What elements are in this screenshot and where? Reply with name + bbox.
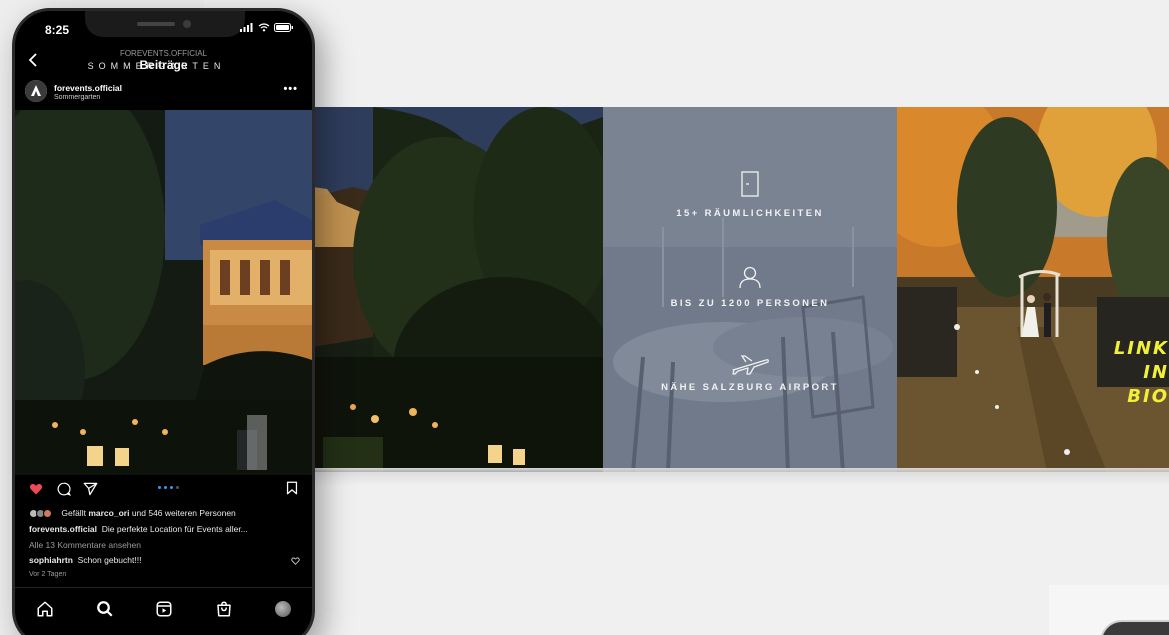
link-in-bio-line-1: LINK	[1113, 338, 1169, 359]
airplane-icon	[732, 355, 769, 375]
carousel-strip: 15+ RÄUMLICHKEITEN BIS ZU 1200 PERSONEN …	[313, 107, 1169, 472]
image-caption-sommergarten: SOMMERGARTEN	[87, 61, 226, 71]
carousel-slide-features: 15+ RÄUMLICHKEITEN BIS ZU 1200 PERSONEN …	[603, 107, 897, 472]
link-in-bio-line-3: BIO	[1127, 386, 1169, 407]
comment-like-heart-icon[interactable]	[291, 557, 300, 565]
reels-icon[interactable]	[155, 600, 173, 618]
person-icon	[739, 266, 761, 289]
caption-user[interactable]: forevents.official	[29, 524, 97, 534]
carousel-dot-2	[164, 486, 167, 489]
feature-airport: NÄHE SALZBURG AIRPORT	[603, 352, 897, 393]
phone-mockup: 8:25 FOREVENTS.OFFICIAL Beiträge foreven…	[12, 8, 315, 635]
share-icon[interactable]	[83, 482, 98, 496]
carousel-dot-1	[158, 486, 161, 489]
likes-suffix: und 546 weiteren Personen	[131, 508, 236, 518]
header-owner: FOREVENTS.OFFICIAL	[119, 49, 208, 58]
carousel-slide-wedding: LINK IN BIO	[897, 107, 1169, 472]
account-avatar[interactable]	[25, 80, 47, 102]
wedding-photo-illustration	[897, 107, 1169, 472]
like-heart-icon[interactable]	[29, 483, 43, 495]
account-name[interactable]: forevents.official	[54, 83, 122, 93]
battery-icon	[274, 23, 293, 32]
likes-user[interactable]: marco_ori	[88, 508, 129, 518]
feature-airport-label: NÄHE SALZBURG AIRPORT	[661, 382, 839, 393]
feature-capacity-label: BIS ZU 1200 PERSONEN	[670, 298, 830, 309]
dynamic-island	[85, 11, 245, 37]
caption-line: forevents.official Die perfekte Location…	[29, 524, 248, 534]
signal-icon	[240, 23, 253, 32]
venue-photo-illustration	[313, 107, 603, 472]
more-options-icon[interactable]: •••	[283, 83, 298, 95]
carousel-dot-3	[170, 486, 173, 489]
strip-shadow	[313, 468, 1169, 486]
comment-line: sophiahrtn Schon gebucht!!!	[29, 555, 141, 565]
post-timestamp: Vor 2 Tagen	[29, 571, 67, 578]
post-image[interactable]	[15, 110, 312, 475]
feature-capacity: BIS ZU 1200 PERSONEN	[603, 264, 897, 309]
link-in-bio-text: LINK IN BIO	[1089, 337, 1169, 409]
feature-rooms: 15+ RÄUMLICHKEITEN	[603, 170, 897, 219]
post-location[interactable]: Sommergarten	[54, 94, 100, 101]
corner-device-edge	[1100, 620, 1169, 635]
carousel-slide-venue-photo	[313, 107, 603, 472]
door-icon	[741, 171, 759, 197]
likes-prefix: Gefällt	[61, 508, 86, 518]
wifi-icon	[258, 23, 270, 32]
status-time: 8:25	[45, 23, 70, 37]
bottom-tab-bar	[15, 587, 312, 627]
palace-photo-illustration	[15, 110, 312, 475]
view-comments-link[interactable]: Alle 13 Kommentare ansehen	[29, 540, 141, 550]
comment-icon[interactable]	[57, 482, 71, 496]
home-icon[interactable]	[36, 600, 54, 618]
likes-avatars	[29, 509, 59, 519]
profile-avatar[interactable]	[275, 600, 292, 617]
shop-icon[interactable]	[215, 600, 233, 618]
link-in-bio-line-2: IN	[1143, 362, 1169, 383]
bookmark-icon[interactable]	[286, 481, 298, 495]
status-icons	[240, 23, 294, 32]
speaker-grille	[137, 22, 175, 26]
search-icon[interactable]	[96, 600, 114, 618]
carousel-indicator	[158, 486, 179, 489]
account-logo-icon	[25, 80, 47, 102]
front-camera	[183, 20, 191, 28]
comment-text: Schon gebucht!!!	[77, 555, 142, 565]
feature-rooms-label: 15+ RÄUMLICHKEITEN	[676, 208, 824, 219]
carousel-dot-4	[176, 486, 179, 489]
comment-user[interactable]: sophiahrtn	[29, 555, 73, 565]
likes-line: Gefällt marco_ori und 546 weiteren Perso…	[29, 508, 236, 519]
caption-text[interactable]: Die perfekte Location für Events aller..…	[102, 524, 248, 534]
